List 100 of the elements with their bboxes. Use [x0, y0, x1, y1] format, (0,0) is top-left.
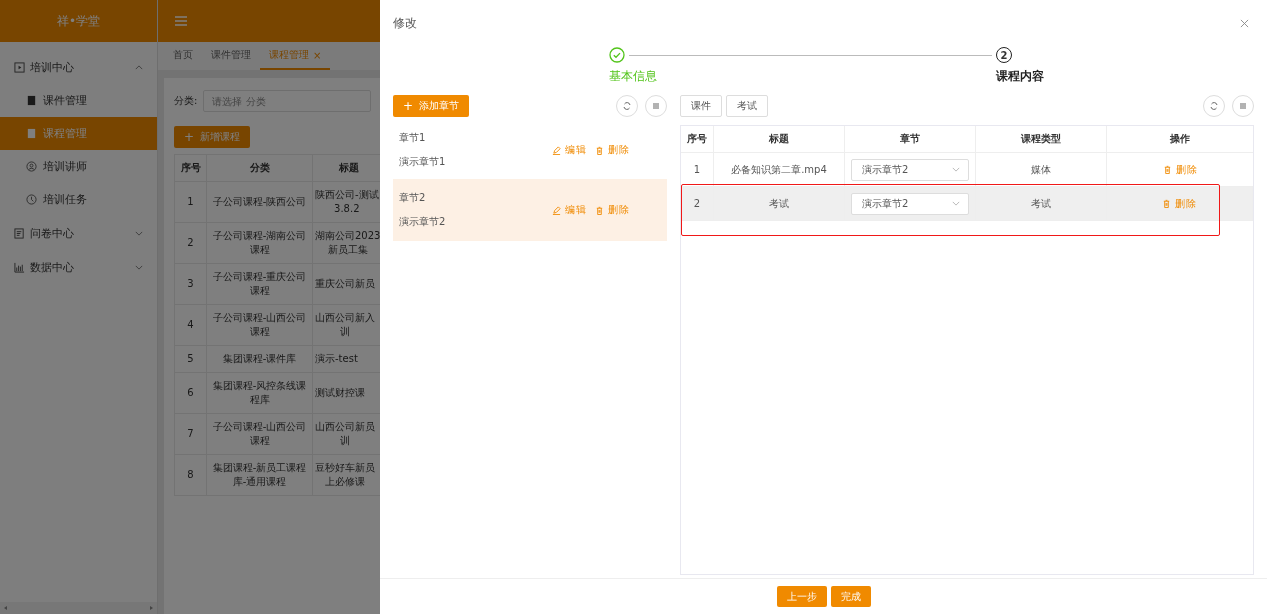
table-cell: 4: [175, 305, 207, 345]
filter-label: 分类:: [174, 94, 198, 108]
pencil-icon: [552, 205, 561, 215]
close-icon[interactable]: ×: [313, 49, 322, 61]
book-icon: [26, 128, 37, 139]
chart-icon: [14, 261, 25, 273]
column-header: 序号: [681, 126, 714, 152]
table-cell-text: 陕西公司-测试 3.8.2: [314, 188, 380, 216]
table-cell: 3: [175, 264, 207, 304]
delete-link[interactable]: 删除: [1162, 196, 1197, 211]
table-cell: 8: [175, 455, 207, 495]
chapter-description: 演示章节1: [399, 155, 446, 169]
form-icon: [14, 227, 25, 239]
column-settings-button[interactable]: [645, 95, 667, 117]
table-cell: 媒体: [976, 153, 1107, 186]
edit-link[interactable]: 编辑: [552, 203, 587, 217]
play-icon: [14, 61, 25, 73]
table-cell: 1: [175, 182, 207, 222]
menu-item[interactable]: 数据中心: [0, 250, 157, 284]
table-cell-text: 测试财控课: [314, 386, 366, 400]
table-cell-text: 豆秒好车新员 上必修课: [314, 461, 376, 489]
chapter-name: 章节1: [399, 131, 427, 145]
drawer-title: 修改: [393, 15, 417, 32]
type-button[interactable]: 课件: [680, 95, 722, 117]
chevron-up-icon: [135, 64, 143, 70]
step-label: 基本信息: [609, 68, 658, 85]
chapter-select[interactable]: 演示章节2: [851, 158, 969, 181]
edit-link[interactable]: 编辑: [552, 143, 587, 157]
refresh-icon: [622, 101, 632, 111]
table-cell: 集团课程-新员工课程库-通用课程: [207, 455, 313, 495]
app-logo: 祥•学堂: [0, 0, 157, 42]
right-arrow-icon[interactable]: [148, 605, 154, 611]
table-cell: 考试: [976, 187, 1107, 220]
menu-item[interactable]: 培训讲师: [0, 150, 157, 183]
column-settings-button[interactable]: [1232, 95, 1254, 117]
pencil-icon: [552, 145, 561, 155]
tab[interactable]: 首页: [164, 42, 202, 70]
table-cell-text: 山西公司新入 训: [314, 311, 376, 339]
table-cell: 考试: [714, 187, 845, 220]
chapter-item[interactable]: 章节1 演示章节1 编辑 删除: [393, 121, 667, 179]
trash-icon: [1162, 165, 1172, 174]
menu-item[interactable]: 培训中心: [0, 50, 157, 84]
chevron-down-icon: [135, 264, 143, 270]
table-cell-text: 演示-test: [314, 352, 359, 366]
trash-icon: [1162, 199, 1171, 208]
table-cell: 子公司课程-陕西公司: [207, 182, 313, 222]
menu-icon[interactable]: [174, 15, 188, 27]
chapter-select[interactable]: 演示章节2: [851, 192, 969, 215]
table-cell: 7: [175, 414, 207, 454]
chevron-down-icon: [952, 201, 960, 206]
trash-icon: [595, 205, 604, 215]
column-header: 分类: [207, 155, 313, 181]
book-icon: [26, 95, 37, 106]
table-cell-text: 湖南公司2023 新员工集: [314, 229, 380, 257]
table-cell-text: 重庆公司新员: [314, 277, 376, 291]
refresh-button[interactable]: [616, 95, 638, 117]
table-cell: 1: [681, 153, 714, 186]
chapter-item[interactable]: 章节2 演示章节2 编辑 删除: [393, 179, 667, 241]
table-cell: 集团课程-课件库: [207, 346, 313, 372]
chapter-description: 演示章节2: [399, 215, 446, 229]
menu-item[interactable]: 课件管理: [0, 84, 157, 117]
menu-item[interactable]: 课程管理: [0, 117, 157, 150]
left-arrow-icon[interactable]: [3, 605, 9, 611]
close-icon[interactable]: [1240, 19, 1249, 28]
menu-item[interactable]: 问卷中心: [0, 216, 157, 250]
add-chapter-button[interactable]: + 添加章节: [393, 95, 470, 117]
clock-icon: [26, 194, 37, 205]
table-cell: 子公司课程-重庆公司课程: [207, 264, 313, 304]
step-label: 课程内容: [996, 68, 1044, 85]
add-course-button[interactable]: + 新增课程: [174, 126, 251, 148]
user-icon: [26, 161, 37, 172]
chevron-down-icon: [952, 167, 960, 172]
table-cell: 子公司课程-山西公司课程: [207, 414, 313, 454]
column-header: 标题: [714, 126, 845, 152]
table-cell: 2: [175, 223, 207, 263]
delete-link[interactable]: 删除: [595, 143, 630, 157]
horizontal-scrollbar[interactable]: [0, 602, 157, 614]
type-button[interactable]: 考试: [726, 95, 768, 117]
table-cell: 2: [681, 187, 714, 220]
refresh-button[interactable]: [1203, 95, 1225, 117]
column-header: 操作: [1169, 132, 1191, 146]
table-cell-text: 山西公司新员 训: [314, 420, 376, 448]
chapter-name: 章节2: [399, 191, 427, 205]
tab[interactable]: 课件管理: [202, 42, 260, 70]
table-cell: 6: [175, 373, 207, 413]
table-cell: 5: [175, 346, 207, 372]
menu-item[interactable]: 培训任务: [0, 183, 157, 216]
trash-icon: [595, 145, 604, 155]
column-header: 序号: [175, 155, 207, 181]
chevron-down-icon: [135, 230, 143, 236]
table-cell: 子公司课程-山西公司课程: [207, 305, 313, 345]
tab[interactable]: 课程管理 ×: [260, 42, 331, 70]
footer-button[interactable]: 完成: [830, 586, 871, 607]
footer-button[interactable]: 上一步: [776, 586, 827, 607]
delete-link[interactable]: 删除: [595, 203, 630, 217]
column-header: 章节: [845, 126, 976, 152]
column-header: 课程类型: [976, 126, 1107, 152]
delete-link[interactable]: 删除: [1162, 162, 1198, 177]
table-cell: 集团课程-风控条线课程库: [207, 373, 313, 413]
table-cell: 必备知识第二章.mp4: [714, 153, 845, 186]
